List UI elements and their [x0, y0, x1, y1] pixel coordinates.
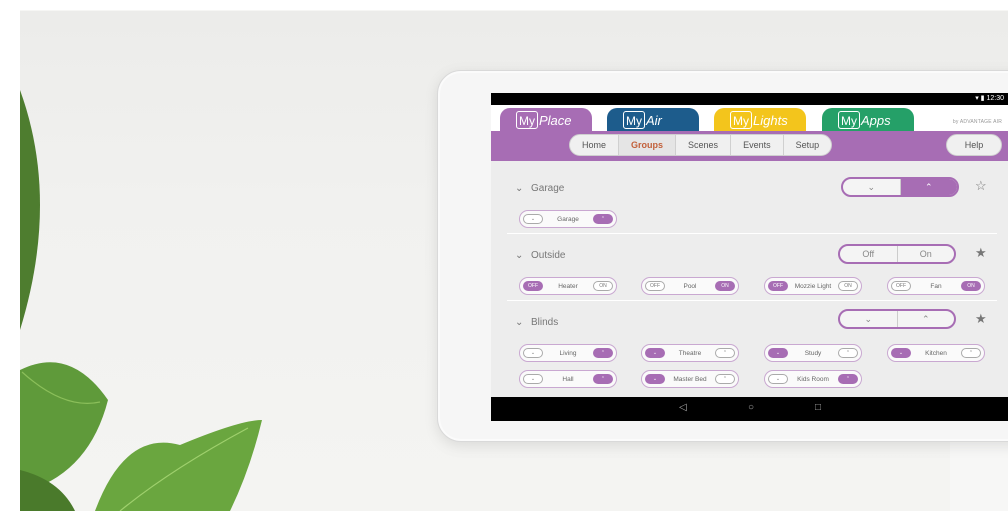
- chevron-down-icon[interactable]: ⌄: [515, 250, 523, 261]
- off-chip[interactable]: OFF: [645, 281, 665, 291]
- myplace-logo-my: My: [516, 111, 538, 129]
- device-kids-room: ⌄ Kids Room ⌃: [764, 370, 862, 388]
- device-label: Kitchen: [925, 349, 947, 357]
- device-label: Heater: [558, 282, 578, 290]
- on-chip[interactable]: ON: [961, 281, 981, 291]
- device-label: Master Bed: [673, 375, 707, 383]
- mylights-logo-name: Lights: [753, 112, 788, 128]
- app-switcher: My Place My Air My Lights My Apps by ADVANTA…: [491, 105, 1008, 132]
- chevron-up-icon[interactable]: ⌃: [838, 374, 858, 384]
- device-kitchen: ⌄ Kitchen ⌃: [887, 344, 985, 362]
- tab-myplace[interactable]: My Place: [500, 108, 592, 132]
- device-label: Living: [559, 349, 577, 357]
- group-title: Blinds: [531, 317, 559, 328]
- status-bar: ▾ ▮ 12:30: [491, 93, 1008, 105]
- nav-setup[interactable]: Setup: [784, 135, 832, 155]
- tab-mylights[interactable]: My Lights: [714, 108, 806, 132]
- chevron-down-icon[interactable]: ⌄: [515, 317, 523, 328]
- tablet-screen: ▾ ▮ 12:30 My Place My Air My Lights My Apps …: [491, 93, 1008, 421]
- device-label: Study: [804, 349, 822, 357]
- device-label: Garage: [557, 215, 579, 223]
- myair-logo-name: Air: [646, 112, 662, 128]
- chevron-up-icon[interactable]: ⌃: [593, 214, 613, 224]
- recents-icon[interactable]: □: [815, 402, 821, 413]
- garage-master-toggle[interactable]: ⌄ ⌃: [841, 177, 959, 197]
- device-pool: OFF Pool ON: [641, 277, 739, 295]
- nav-groups[interactable]: Groups: [619, 135, 677, 155]
- separator: [507, 233, 997, 234]
- chevron-down-icon[interactable]: ⌄: [768, 374, 788, 384]
- garage-all-up[interactable]: ⌃: [899, 179, 957, 195]
- device-label: Kids Room: [797, 375, 829, 383]
- device-label: Hall: [562, 375, 574, 383]
- outside-master-toggle[interactable]: Off On: [838, 244, 956, 264]
- star-icon[interactable]: ★: [975, 245, 987, 261]
- nav-home[interactable]: Home: [570, 135, 620, 155]
- myair-logo-my: My: [623, 111, 645, 129]
- garage-all-down[interactable]: ⌄: [843, 179, 900, 195]
- star-icon[interactable]: ☆: [975, 178, 987, 194]
- android-nav-bar: ◁ ○ □: [491, 397, 1008, 421]
- nav-tabs: Home Groups Scenes Events Setup: [569, 134, 833, 156]
- myapps-logo-name: Apps: [861, 112, 891, 128]
- chevron-down-icon[interactable]: ⌄: [523, 348, 543, 358]
- device-master-bed: ⌄ Master Bed ⌃: [641, 370, 739, 388]
- chevron-down-icon[interactable]: ⌄: [645, 348, 665, 358]
- device-mozzie-light: OFF Mozzie Light ON: [764, 277, 862, 295]
- blinds-all-down[interactable]: ⌄: [840, 311, 897, 327]
- device-garage: ⌄ Garage ⌃: [519, 210, 617, 228]
- mylights-logo-my: My: [730, 111, 752, 129]
- outside-all-on[interactable]: On: [896, 246, 955, 262]
- device-fan: OFF Fan ON: [887, 277, 985, 295]
- chevron-down-icon[interactable]: ⌄: [891, 348, 911, 358]
- chevron-down-icon[interactable]: ⌄: [768, 348, 788, 358]
- device-heater: OFF Heater ON: [519, 277, 617, 295]
- separator: [507, 300, 997, 301]
- nav-events[interactable]: Events: [731, 135, 784, 155]
- device-theatre: ⌄ Theatre ⌃: [641, 344, 739, 362]
- wifi-icon: ▾ ▮: [975, 95, 987, 102]
- device-label: Theatre: [678, 349, 702, 357]
- chevron-down-icon[interactable]: ⌄: [523, 214, 543, 224]
- device-label: Fan: [930, 282, 942, 290]
- chevron-up-icon[interactable]: ⌃: [593, 348, 613, 358]
- off-chip[interactable]: OFF: [523, 281, 543, 291]
- on-chip[interactable]: ON: [715, 281, 735, 291]
- device-hall: ⌄ Hall ⌃: [519, 370, 617, 388]
- chevron-up-icon[interactable]: ⌃: [715, 374, 735, 384]
- device-study: ⌄ Study ⌃: [764, 344, 862, 362]
- myplace-logo-name: Place: [539, 112, 572, 128]
- nav-scenes[interactable]: Scenes: [676, 135, 732, 155]
- on-chip[interactable]: ON: [593, 281, 613, 291]
- tab-myapps[interactable]: My Apps: [822, 108, 914, 132]
- home-icon[interactable]: ○: [748, 402, 754, 413]
- surface: [950, 440, 1008, 511]
- chevron-up-icon[interactable]: ⌃: [593, 374, 613, 384]
- blinds-master-toggle[interactable]: ⌄ ⌃: [838, 309, 956, 329]
- chevron-up-icon[interactable]: ⌃: [715, 348, 735, 358]
- back-icon[interactable]: ◁: [679, 402, 687, 413]
- tab-myair[interactable]: My Air: [607, 108, 699, 132]
- chevron-down-icon[interactable]: ⌄: [515, 183, 523, 194]
- device-living: ⌄ Living ⌃: [519, 344, 617, 362]
- help-button[interactable]: Help: [946, 134, 1002, 156]
- chevron-up-icon[interactable]: ⌃: [838, 348, 858, 358]
- device-label: Pool: [683, 282, 697, 290]
- off-chip[interactable]: OFF: [891, 281, 911, 291]
- brand-label: by ADVANTAGE AIR: [952, 119, 1002, 125]
- chevron-up-icon[interactable]: ⌃: [961, 348, 981, 358]
- on-chip[interactable]: ON: [838, 281, 858, 291]
- group-title: Outside: [531, 250, 566, 261]
- outside-all-off[interactable]: Off: [840, 246, 897, 262]
- star-icon[interactable]: ★: [975, 311, 987, 327]
- blinds-all-up[interactable]: ⌃: [896, 311, 955, 327]
- group-title: Garage: [531, 183, 565, 194]
- off-chip[interactable]: OFF: [768, 281, 788, 291]
- status-time: 12:30: [986, 95, 1004, 102]
- myapps-logo-my: My: [838, 111, 860, 129]
- chevron-down-icon[interactable]: ⌄: [523, 374, 543, 384]
- chevron-down-icon[interactable]: ⌄: [645, 374, 665, 384]
- device-label: Mozzie Light: [794, 282, 832, 290]
- top-nav: Home Groups Scenes Events Setup Help: [491, 131, 1008, 161]
